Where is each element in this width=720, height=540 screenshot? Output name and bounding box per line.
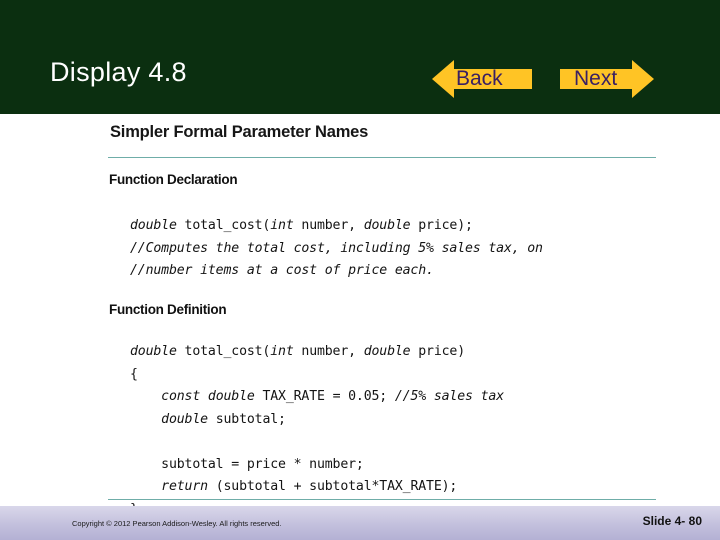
code-block-function-declaration: double total_cost(int number, double pri… bbox=[130, 218, 543, 279]
slide-header-band: Display 4.8 Back Next bbox=[0, 0, 720, 114]
next-button-label: Next bbox=[574, 67, 618, 90]
section-heading-function-declaration: Function Declaration bbox=[109, 172, 238, 187]
code-block-function-definition: double total_cost(int number, double pri… bbox=[130, 344, 504, 517]
slide-canvas: Display 4.8 Back Next Simpler Formal Par… bbox=[0, 0, 720, 540]
back-button-label: Back bbox=[456, 67, 503, 90]
copyright-text: Copyright © 2012 Pearson Addison-Wesley.… bbox=[72, 519, 282, 528]
next-button[interactable]: Next bbox=[560, 60, 654, 98]
divider-top bbox=[108, 157, 656, 158]
section-heading-function-definition: Function Definition bbox=[109, 302, 227, 317]
page-title: Display 4.8 bbox=[50, 57, 187, 87]
back-button[interactable]: Back bbox=[432, 60, 532, 98]
content-heading: Simpler Formal Parameter Names bbox=[110, 123, 369, 141]
slide-footer-band: Copyright © 2012 Pearson Addison-Wesley.… bbox=[0, 506, 720, 540]
slide-content: Simpler Formal Parameter Names Function … bbox=[0, 114, 720, 517]
divider-bottom bbox=[108, 499, 656, 500]
slide-number: Slide 4- 80 bbox=[642, 514, 702, 528]
